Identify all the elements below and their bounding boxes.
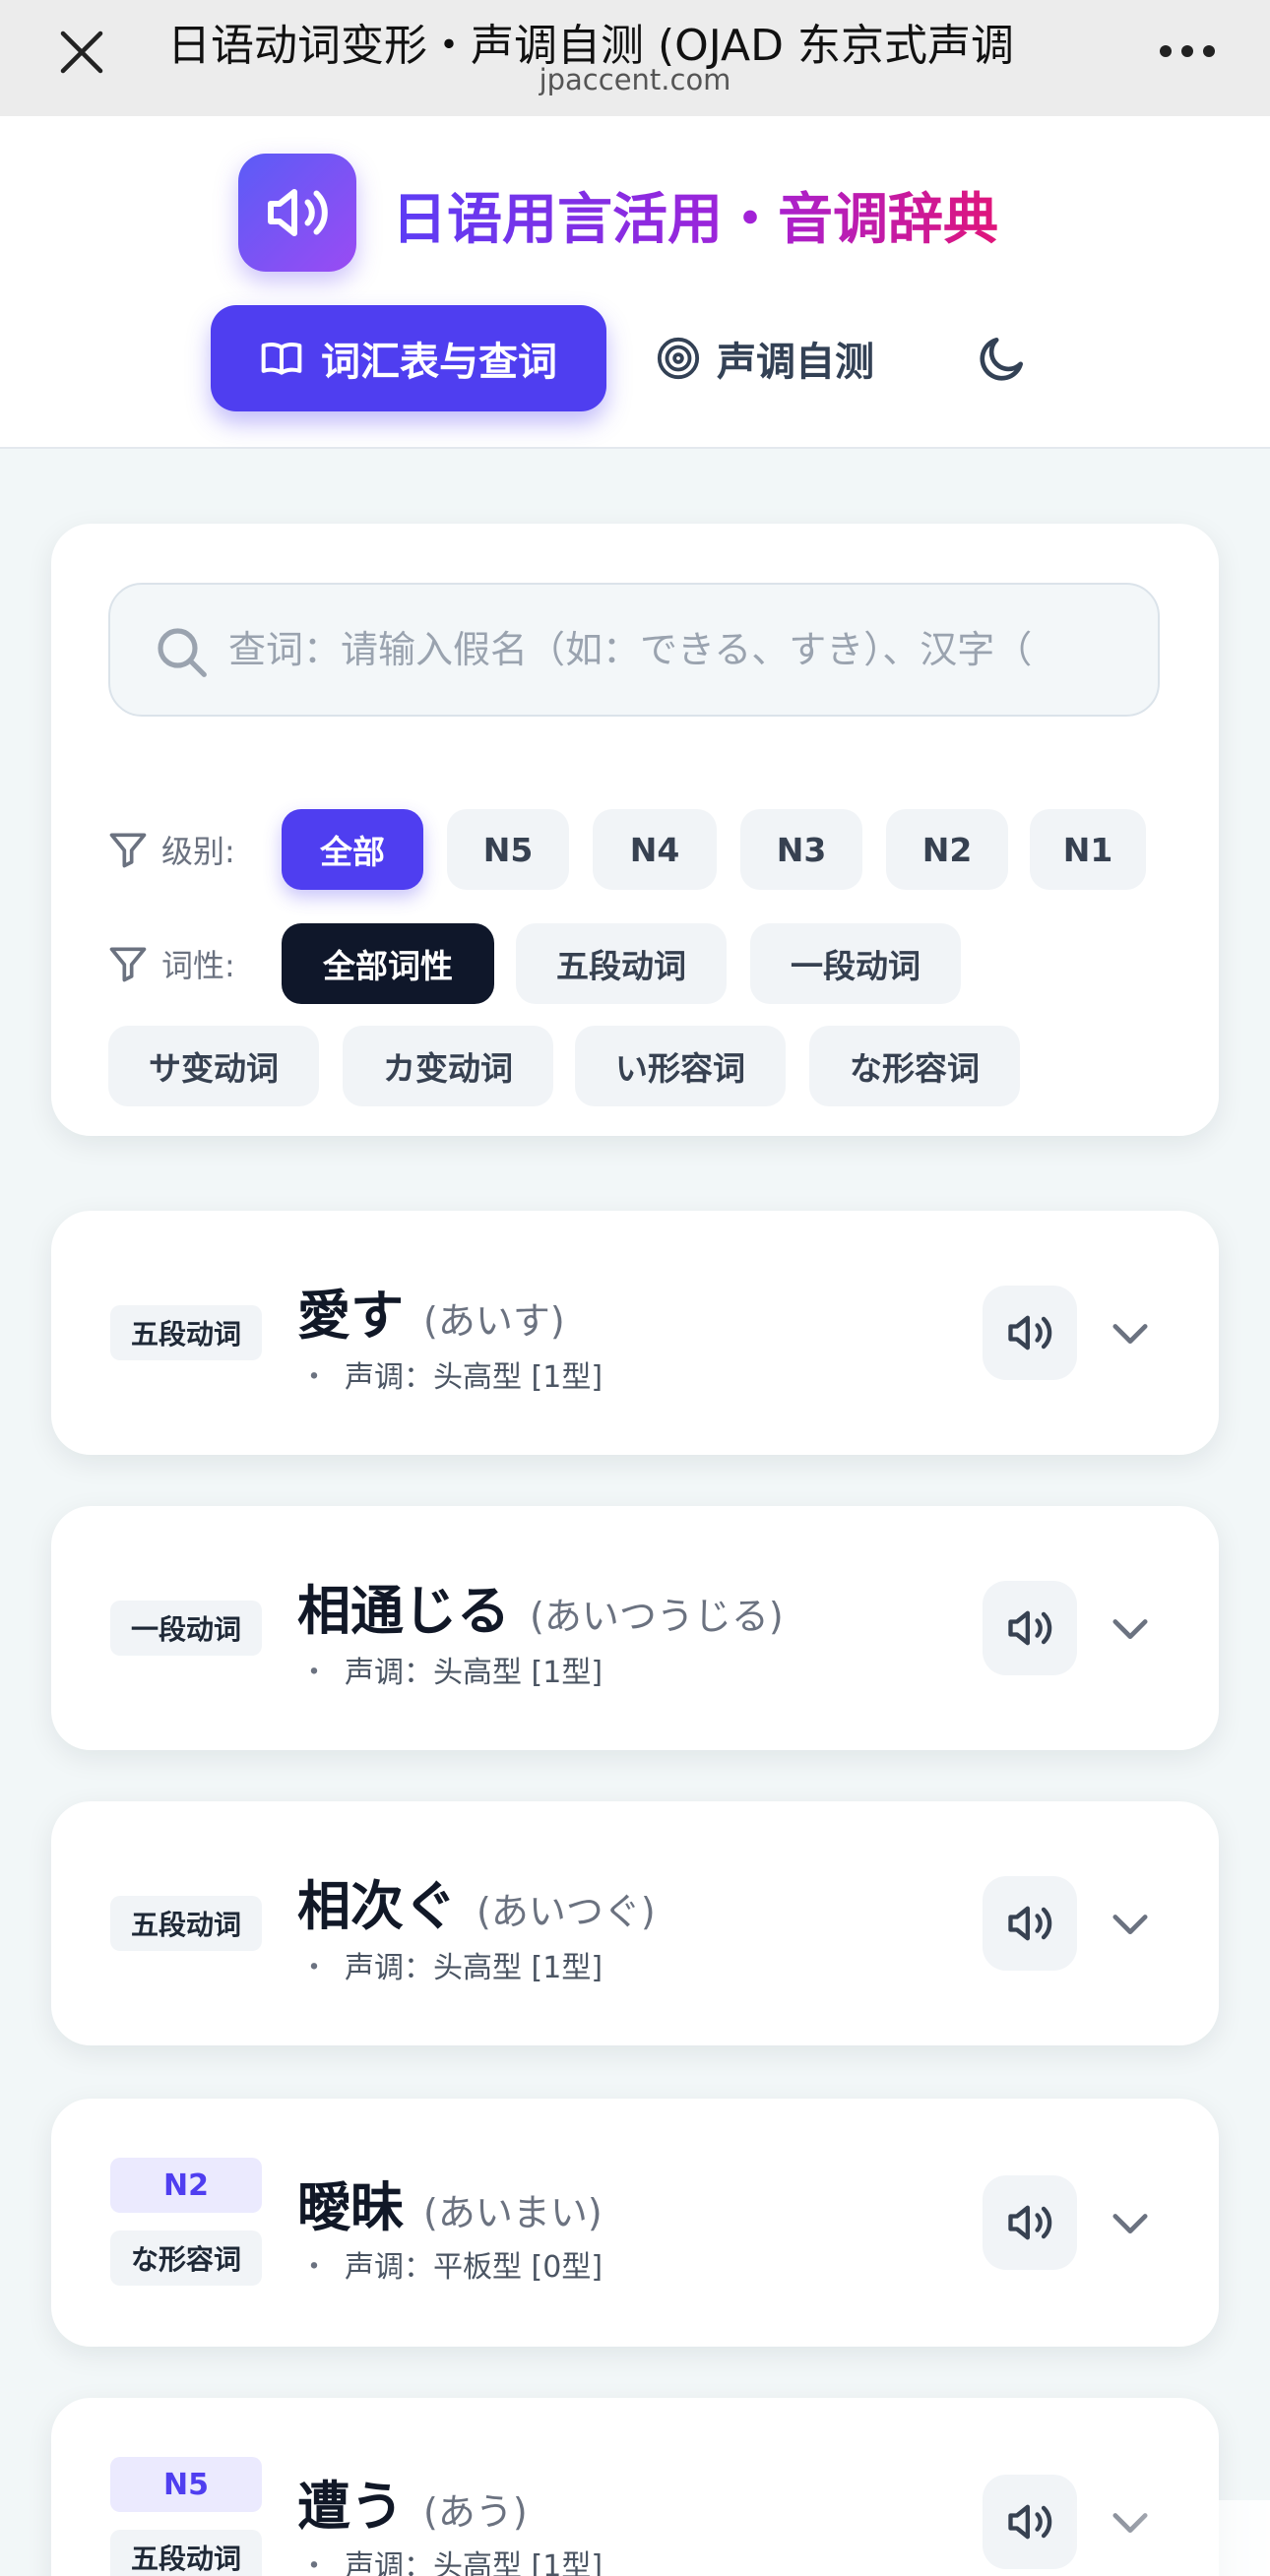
play-audio-button[interactable] xyxy=(983,2175,1077,2270)
more-dots-icon[interactable] xyxy=(1158,43,1217,59)
pos-godan-button[interactable]: 五段动词 xyxy=(516,923,727,1004)
play-audio-button[interactable] xyxy=(983,1286,1077,1380)
speaker-icon xyxy=(1008,1610,1052,1646)
word-entry: 愛す (あいす) xyxy=(297,1272,565,1350)
pos-na-adj-button[interactable]: な形容词 xyxy=(809,1026,1020,1106)
word-reading: (あいす) xyxy=(423,1299,565,1343)
word-reading: (あう) xyxy=(423,2490,528,2534)
tab-vocabulary-label: 词汇表与查词 xyxy=(321,340,557,385)
speaker-icon xyxy=(1008,2504,1052,2540)
word-text: 相通じる xyxy=(297,1580,510,1642)
level-tag: N2 xyxy=(110,2158,262,2213)
word-card[interactable]: N5 五段动词 遭う (あう) ・声调：头高型 [1型] xyxy=(51,2398,1219,2576)
word-card[interactable]: N2 な形容词 曖昧 (あいまい) ・声调：平板型 [0型] xyxy=(51,2099,1219,2347)
speaker-icon xyxy=(1008,1906,1052,1941)
pitch-info: ・声调：头高型 [1型] xyxy=(299,2549,603,2576)
app-header: 日语用言活用・音调辞典 词汇表与查词 声调自测 xyxy=(0,116,1270,449)
word-text: 相次ぐ xyxy=(297,1875,457,1937)
level-n2-button[interactable]: N2 xyxy=(886,809,1008,890)
book-icon xyxy=(261,342,302,375)
chevron-down-icon[interactable] xyxy=(1105,1307,1156,1358)
word-reading: (あいまい) xyxy=(423,2191,603,2234)
level-n4-button[interactable]: N4 xyxy=(593,809,717,890)
pos-tag: 一段动词 xyxy=(110,1601,262,1656)
app-title: 日语用言活用・音调辞典 xyxy=(392,175,998,255)
tab-vocabulary[interactable]: 词汇表与查词 xyxy=(211,305,606,411)
word-card[interactable]: 五段动词 愛す (あいす) ・声调：头高型 [1型] xyxy=(51,1211,1219,1455)
bottom-fade xyxy=(1063,2500,1270,2576)
browser-url: jpaccent.com xyxy=(539,63,731,96)
word-text: 遭う xyxy=(297,2476,404,2538)
word-entry: 曖昧 (あいまい) xyxy=(297,2164,603,2241)
tab-pitch-test[interactable]: 声调自测 xyxy=(656,305,874,411)
pos-suru-button[interactable]: サ变动词 xyxy=(108,1026,319,1106)
level-tag: N5 xyxy=(110,2457,262,2512)
play-audio-button[interactable] xyxy=(983,1876,1077,1971)
filter-icon xyxy=(109,947,147,982)
chevron-down-icon[interactable] xyxy=(1105,1602,1156,1654)
pos-i-adj-button[interactable]: い形容词 xyxy=(575,1026,786,1106)
speaker-icon xyxy=(1008,1315,1052,1351)
word-text: 曖昧 xyxy=(297,2176,404,2238)
filter-panel: 级别: 全部 N5 N4 N3 N2 N1 词性: 全部词性 五段动词 一段动词… xyxy=(51,524,1219,1136)
word-entry: 相通じる (あいつうじる) xyxy=(297,1567,784,1645)
search-icon xyxy=(158,628,207,677)
search-box xyxy=(108,583,1160,717)
pos-ichidan-button[interactable]: 一段动词 xyxy=(750,923,961,1004)
target-icon xyxy=(657,337,700,380)
search-input[interactable] xyxy=(228,585,1144,715)
word-reading: (あいつぐ) xyxy=(476,1890,656,1933)
level-n3-button[interactable]: N3 xyxy=(740,809,862,890)
moon-icon[interactable] xyxy=(975,331,1030,386)
pitch-info: ・声调：头高型 [1型] xyxy=(299,1360,603,1395)
play-audio-button[interactable] xyxy=(983,1581,1077,1675)
speaker-icon xyxy=(1008,2205,1052,2240)
speaker-icon xyxy=(268,189,328,236)
filter-icon xyxy=(109,833,147,868)
pos-filter-label: 词性: xyxy=(106,923,235,1004)
word-card[interactable]: 五段动词 相次ぐ (あいつぐ) ・声调：头高型 [1型] xyxy=(51,1801,1219,2045)
level-filter-label: 级别: xyxy=(106,809,235,890)
pitch-info: ・声调：平板型 [0型] xyxy=(299,2250,603,2285)
word-entry: 遭う (あう) xyxy=(297,2463,528,2541)
level-all-button[interactable]: 全部 xyxy=(282,809,423,890)
browser-bar: 日语动词变形・声调自测 (OJAD 东京式声调 jpaccent.com xyxy=(0,0,1270,116)
level-n5-button[interactable]: N5 xyxy=(447,809,569,890)
chevron-down-icon[interactable] xyxy=(1105,1898,1156,1949)
pos-all-button[interactable]: 全部词性 xyxy=(282,923,494,1004)
word-entry: 相次ぐ (あいつぐ) xyxy=(297,1862,656,1940)
word-card[interactable]: 一段动词 相通じる (あいつうじる) ・声调：头高型 [1型] xyxy=(51,1506,1219,1750)
pos-tag: 五段动词 xyxy=(110,1896,262,1951)
pitch-info: ・声调：头高型 [1型] xyxy=(299,1951,603,1985)
chevron-down-icon[interactable] xyxy=(1105,2197,1156,2248)
word-text: 愛す xyxy=(297,1285,404,1347)
pos-tag: 五段动词 xyxy=(110,2530,262,2576)
tab-pitch-test-label: 声调自测 xyxy=(717,340,874,385)
level-n1-button[interactable]: N1 xyxy=(1030,809,1146,890)
pos-tag: な形容词 xyxy=(110,2230,262,2286)
pitch-info: ・声调：头高型 [1型] xyxy=(299,1656,603,1690)
word-reading: (あいつうじる) xyxy=(530,1595,784,1638)
pos-tag: 五段动词 xyxy=(110,1305,262,1360)
app-logo xyxy=(238,154,356,272)
pos-kuru-button[interactable]: カ变动词 xyxy=(343,1026,553,1106)
